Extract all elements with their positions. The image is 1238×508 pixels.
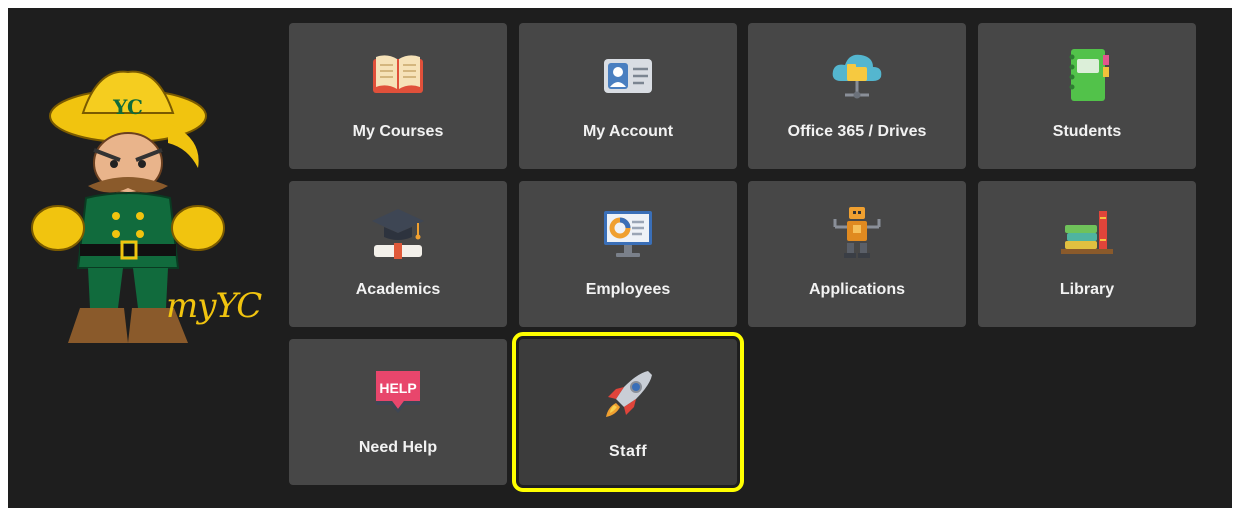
books-icon	[1061, 211, 1113, 254]
tile-my-account[interactable]: My Account	[519, 23, 737, 169]
tile-label: Employees	[585, 281, 671, 298]
tile-employees[interactable]: Employees	[519, 181, 737, 327]
tile-students[interactable]: Students	[978, 23, 1196, 169]
tile-academics[interactable]: Academics	[289, 181, 507, 327]
myyc-logo-text: myYC	[166, 286, 262, 326]
help-sign-icon: HELP	[376, 371, 420, 413]
rocket-icon	[606, 371, 652, 417]
tile-label: My Courses	[352, 123, 444, 140]
tile-label: Staff	[608, 443, 648, 460]
svg-text:HELP: HELP	[379, 380, 416, 396]
graduation-cap-icon	[372, 209, 424, 259]
tile-my-courses[interactable]: My Courses	[289, 23, 507, 169]
tile-staff[interactable]: Staff	[512, 332, 744, 492]
robot-icon	[833, 207, 881, 258]
tile-applications[interactable]: Applications	[748, 181, 966, 327]
svg-text:YC: YC	[112, 95, 143, 119]
cloud-folder-icon	[832, 54, 882, 99]
notebook-icon	[1069, 49, 1109, 101]
portal-background: YC myYC My Courses My Account Office 365…	[8, 8, 1232, 508]
tile-label: Academics	[355, 281, 441, 298]
tile-library[interactable]: Library	[978, 181, 1196, 327]
tile-label: My Account	[582, 123, 674, 140]
id-card-icon	[604, 59, 652, 93]
tile-office-365-drives[interactable]: Office 365 / Drives	[748, 23, 966, 169]
tile-need-help[interactable]: HELP Need Help	[289, 339, 507, 485]
tile-label: Need Help	[358, 439, 438, 456]
tile-label: Applications	[808, 281, 905, 298]
tile-label: Office 365 / Drives	[787, 123, 927, 140]
tile-label: Library	[1059, 281, 1115, 298]
tile-label: Students	[1052, 123, 1122, 140]
open-book-icon	[373, 55, 423, 93]
monitor-icon	[604, 211, 652, 257]
